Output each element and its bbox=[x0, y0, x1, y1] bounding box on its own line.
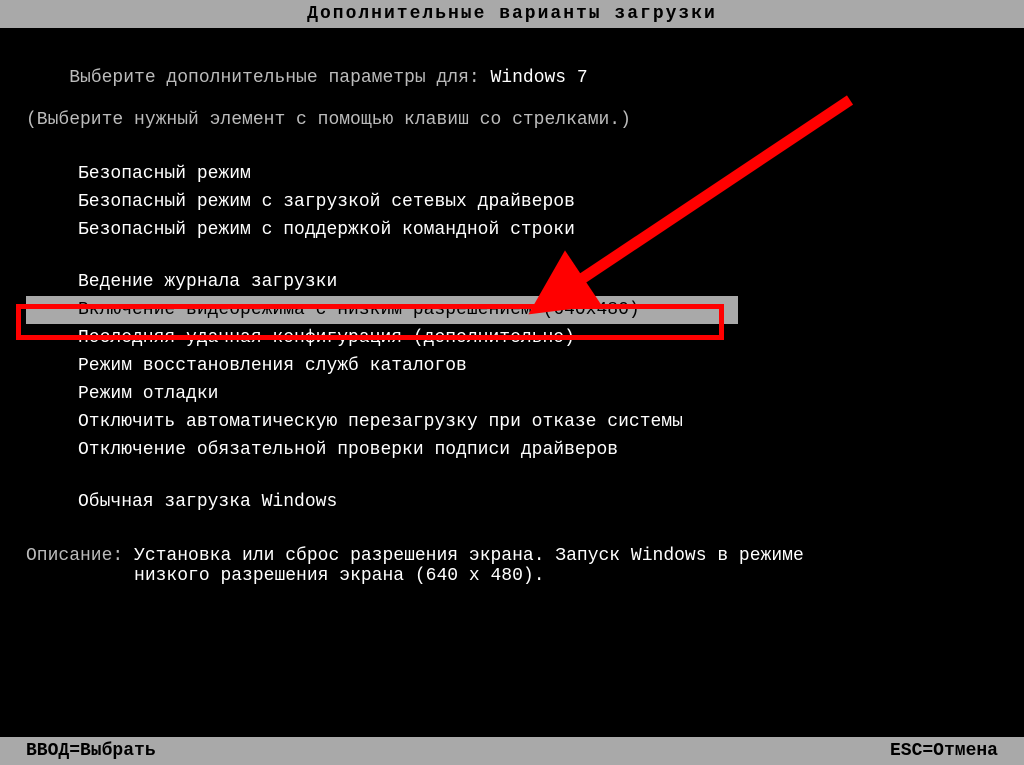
os-name: Windows 7 bbox=[491, 68, 588, 88]
content-area: Выберите дополнительные параметры для: W… bbox=[0, 28, 1024, 586]
option-debug-mode[interactable]: Режим отладки bbox=[78, 380, 998, 408]
description-line-1: Описание: Установка или сброс разрешения… bbox=[26, 546, 998, 566]
boot-options-list: Безопасный режим Безопасный режим с загр… bbox=[78, 160, 998, 516]
option-low-res-video[interactable]: Включение видеорежима с низким разрешени… bbox=[26, 296, 738, 324]
option-normal-boot[interactable]: Обычная загрузка Windows bbox=[78, 488, 998, 516]
option-safe-mode-networking[interactable]: Безопасный режим с загрузкой сетевых дра… bbox=[78, 188, 998, 216]
description-line-2: низкого разрешения экрана (640 x 480). bbox=[26, 566, 998, 586]
description-label: Описание: bbox=[26, 546, 134, 566]
option-disable-auto-restart[interactable]: Отключить автоматическую перезагрузку пр… bbox=[78, 408, 998, 436]
footer-bar: ВВОД=Выбрать ESC=Отмена bbox=[0, 737, 1024, 765]
option-last-known-good[interactable]: Последняя удачная конфигурация (дополнит… bbox=[78, 324, 998, 352]
description-text-2: низкого разрешения экрана (640 x 480). bbox=[134, 566, 544, 586]
prompt-prefix: Выберите дополнительные параметры для: bbox=[69, 68, 490, 88]
footer-enter-label: ВВОД=Выбрать bbox=[26, 741, 156, 761]
footer-esc-label: ESC=Отмена bbox=[890, 741, 998, 761]
option-boot-logging[interactable]: Ведение журнала загрузки bbox=[78, 268, 998, 296]
page-title: Дополнительные варианты загрузки bbox=[307, 4, 717, 24]
instruction-line: (Выберите нужный элемент с помощью клави… bbox=[26, 110, 998, 130]
option-safe-mode-command[interactable]: Безопасный режим с поддержкой командной … bbox=[78, 216, 998, 244]
prompt-line: Выберите дополнительные параметры для: W… bbox=[26, 48, 998, 108]
description-text-1: Установка или сброс разрешения экрана. З… bbox=[134, 546, 804, 566]
option-ds-restore[interactable]: Режим восстановления служб каталогов bbox=[78, 352, 998, 380]
option-disable-driver-sig[interactable]: Отключение обязательной проверки подписи… bbox=[78, 436, 998, 464]
option-safe-mode[interactable]: Безопасный режим bbox=[78, 160, 998, 188]
title-bar: Дополнительные варианты загрузки bbox=[0, 0, 1024, 28]
